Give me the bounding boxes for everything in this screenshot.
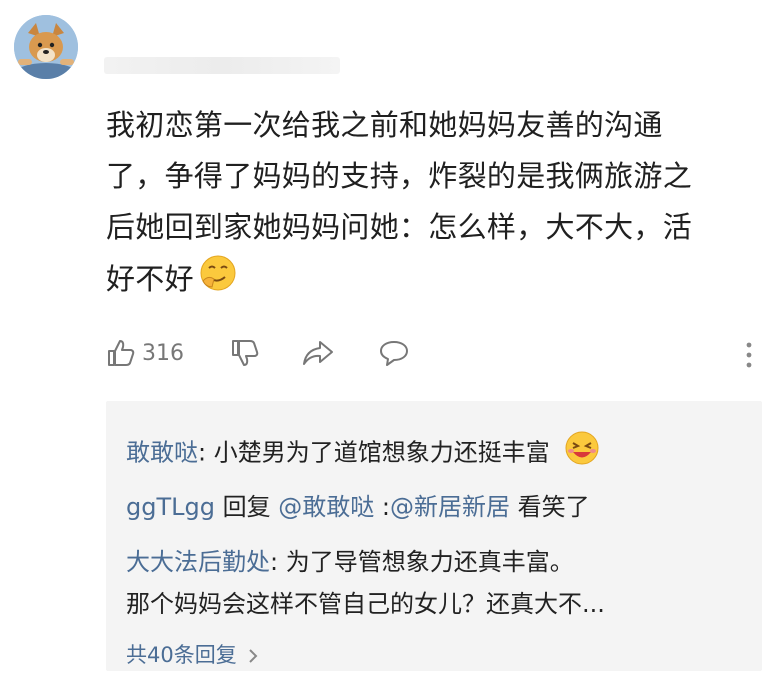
like-count: 316 [142, 340, 184, 366]
reply-mention[interactable]: @新居新居 [390, 493, 510, 521]
avatar[interactable] [14, 15, 78, 79]
reply-item[interactable]: 大大法后勤处: 为了导管想象力还真丰富。 [126, 544, 574, 581]
view-all-replies-link[interactable]: 共40条回复 [126, 639, 259, 669]
smirk-emoji-icon [198, 253, 238, 309]
comment-line-text: 好不好 [106, 262, 194, 296]
comment-line: 好不好 [106, 253, 756, 309]
comment-line: 后她回到家她妈妈问她：怎么样，大不大，活 [106, 210, 693, 244]
comment-actions: 316 [106, 333, 756, 373]
reply-author[interactable]: ggTLgg [126, 493, 215, 521]
reply-text: 那个妈妈会这样不管自己的女儿？还真大不... [126, 590, 605, 618]
share-button[interactable] [302, 333, 334, 373]
reply-mention[interactable]: @敢敢哒 [278, 493, 374, 521]
laughing-emoji-icon [563, 429, 601, 478]
thumb-down-icon [232, 340, 259, 366]
share-icon [303, 341, 333, 365]
replies-panel: 敢敢哒: 小楚男为了道馆想象力还挺丰富 ggTLgg 回复 @敢敢哒 :@新居新… [106, 401, 762, 671]
reply-action: 回复 [214, 493, 279, 521]
reply-button[interactable] [378, 333, 410, 373]
reply-text: 看笑了 [509, 493, 590, 521]
reply-colon: : [374, 493, 390, 521]
reply-item[interactable]: 敢敢哒: 小楚男为了道馆想象力还挺丰富 [126, 429, 601, 478]
comment-line: 了，争得了妈妈的支持，炸裂的是我俩旅游之 [106, 159, 693, 193]
reply-author[interactable]: 敢敢哒 [126, 439, 198, 467]
more-options-button[interactable] [742, 338, 756, 372]
username-blurred[interactable] [104, 57, 340, 74]
dog-avatar-icon [14, 15, 78, 79]
view-all-replies-label: 共40条回复 [126, 643, 237, 667]
reply-author[interactable]: 大大法后勤处 [126, 548, 270, 576]
reply-text: : 小楚男为了道馆想象力还挺丰富 [198, 438, 550, 467]
reply-item[interactable]: ggTLgg 回复 @敢敢哒 :@新居新居 看笑了 [126, 489, 590, 526]
comment-icon [380, 341, 408, 366]
dislike-button[interactable] [230, 333, 260, 373]
more-icon [746, 342, 752, 368]
comment-body: 我初恋第一次给我之前和她妈妈友善的沟通 了，争得了妈妈的支持，炸裂的是我俩旅游之… [106, 100, 756, 309]
comment-line: 我初恋第一次给我之前和她妈妈友善的沟通 [106, 108, 663, 142]
reply-text: : 为了导管想象力还真丰富。 [270, 548, 574, 576]
thumb-up-icon [108, 340, 135, 366]
reply-item-continuation: 那个妈妈会这样不管自己的女儿？还真大不... [126, 586, 605, 623]
chevron-right-icon [249, 649, 258, 663]
like-button[interactable]: 316 [106, 333, 184, 373]
